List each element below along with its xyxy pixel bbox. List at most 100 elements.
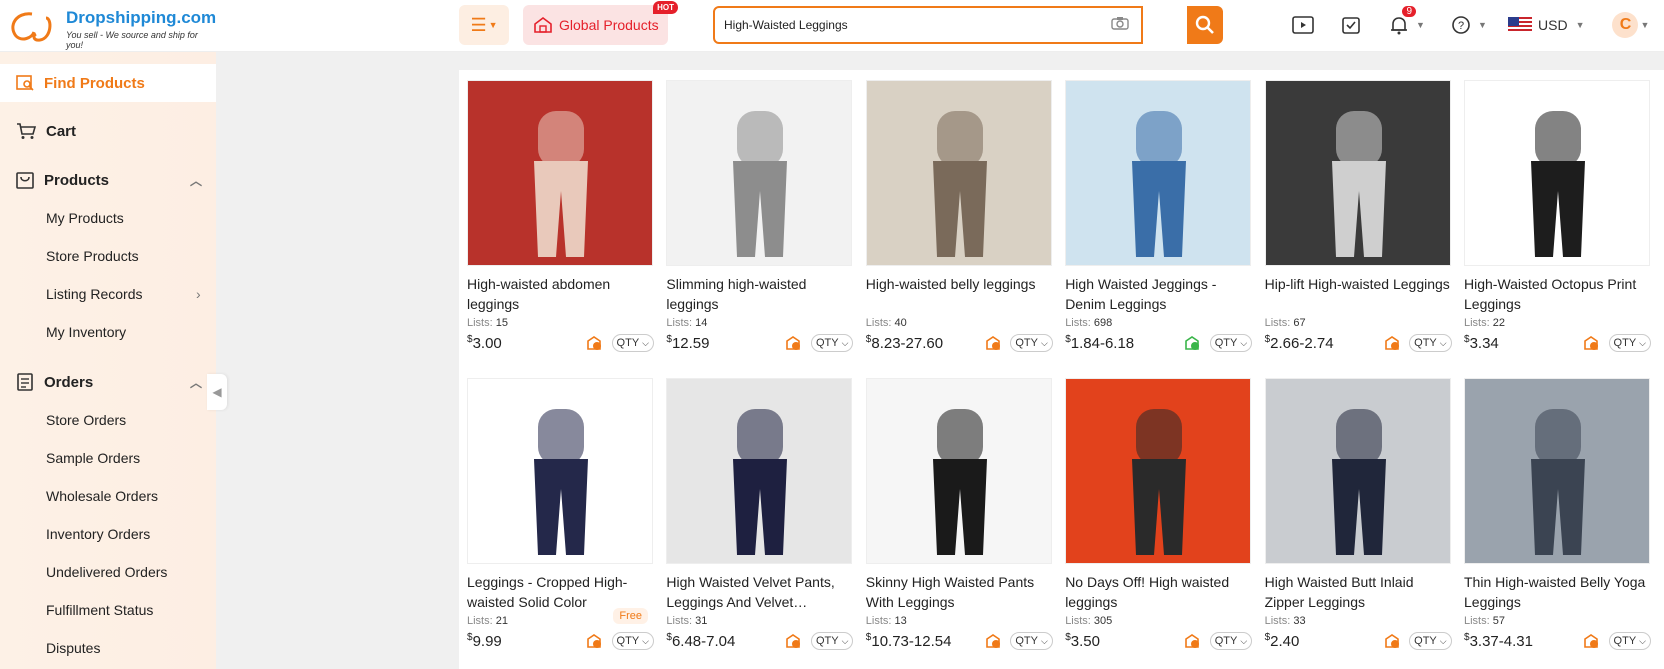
product-card[interactable]: No Days Off! High waisted leggings Lists… [1065,378,1253,652]
qty-select[interactable]: QTY ⌵ [611,632,654,650]
qty-select[interactable]: QTY ⌵ [1010,632,1053,650]
product-title[interactable]: Skinny High Waisted Pants With Leggings [866,572,1053,612]
product-title[interactable]: High Waisted Jeggings - Denim Leggings [1065,274,1252,314]
qty-select[interactable]: QTY ⌵ [810,334,854,352]
chevron-down-icon: ⌵ [1040,337,1048,348]
product-image[interactable] [1264,378,1451,564]
price-value: 2.66-2.74 [1270,335,1334,352]
product-card[interactable]: High-Waisted Octopus Print Leggings List… [1464,80,1651,354]
sidebar-item-products[interactable]: Products ︿ [0,161,216,199]
product-title[interactable]: Leggings - Cropped High-waisted Solid Co… [467,572,654,612]
qty-select[interactable]: QTY ⌵ [1608,632,1651,650]
sidebar-item-listing-records[interactable]: Listing Records › [46,286,206,302]
sidebar-item-undelivered-orders[interactable]: Undelivered Orders [46,564,167,580]
product-price: $6.48-7.04 [666,632,735,650]
search-input[interactable]: High-Waisted Leggings [713,6,1143,44]
qty-select[interactable]: QTY ⌵ [1409,632,1452,650]
sidebar-item-find-products[interactable]: Find Products [0,64,216,102]
sidebar-item-sample-orders[interactable]: Sample Orders [46,450,140,466]
sidebar-item-disputes[interactable]: Disputes [46,640,100,656]
logo[interactable]: Dropshipping.com You sell - We source an… [6,6,216,50]
product-price: $3.50 [1065,632,1100,650]
product-card[interactable]: High Waisted Butt Inlaid Zipper Leggings… [1264,378,1452,652]
price-row: $6.48-7.04 QTY ⌵ [666,630,854,652]
sidebar-item-label: Find Products [44,74,145,92]
lists-label: Lists: [666,317,696,329]
product-title[interactable]: High-Waisted Octopus Print Leggings [1464,274,1651,314]
product-title[interactable]: High Waisted Velvet Pants, Leggings And … [666,572,853,612]
account-menu[interactable]: C ▼ [1612,12,1649,38]
price-row: $2.40 QTY ⌵ [1265,630,1452,652]
price-row: $10.73-12.54 QTY ⌵ [866,630,1053,652]
product-card[interactable]: Slimming high-waisted leggings Lists: 14… [666,80,854,354]
product-image[interactable] [865,80,1052,266]
qty-select[interactable]: QTY ⌵ [1010,334,1053,352]
sidebar-item-cart[interactable]: Cart [0,112,216,150]
product-title[interactable]: Slimming high-waisted leggings [666,274,853,314]
product-image[interactable] [666,378,853,564]
sidebar-item-my-inventory[interactable]: My Inventory [46,324,126,340]
help-icon[interactable]: ? ▼ [1448,12,1487,38]
lists-count: 40 [894,317,907,329]
lists-count: 15 [495,317,508,329]
product-title[interactable]: High-waisted belly leggings [866,274,1053,314]
video-icon[interactable] [1290,12,1316,38]
product-image[interactable] [865,378,1052,564]
product-image[interactable] [1065,80,1252,266]
qty-select[interactable]: QTY ⌵ [1209,334,1253,352]
product-card[interactable]: High-waisted belly leggings Lists: 40 $8… [865,80,1053,354]
product-title[interactable]: High Waisted Butt Inlaid Zipper Leggings [1265,572,1452,612]
global-products-button[interactable]: Global Products HOT [523,1,678,45]
product-card[interactable]: Skinny High Waisted Pants With Leggings … [865,378,1053,652]
product-card[interactable]: Thin High-waisted Belly Yoga Leggings Li… [1464,378,1651,652]
product-image[interactable] [1464,80,1650,266]
sidebar-item-my-products[interactable]: My Products [46,210,124,226]
qty-select[interactable]: QTY ⌵ [1409,334,1452,352]
product-title[interactable]: No Days Off! High waisted leggings [1065,572,1252,612]
sidebar-item-inventory-orders[interactable]: Inventory Orders [46,526,150,542]
search-button[interactable] [1187,6,1223,44]
product-image[interactable] [1464,378,1650,564]
product-title[interactable]: Thin High-waisted Belly Yoga Leggings [1464,572,1651,612]
bag-icon [16,172,34,189]
qty-select[interactable]: QTY ⌵ [1608,334,1651,352]
product-title[interactable]: Hip-lift High-waisted Leggings [1265,274,1452,314]
notification-bell-icon[interactable]: 9 ▼ [1386,6,1425,38]
sidebar-item-fulfillment-status[interactable]: Fulfillment Status [46,602,153,618]
product-image[interactable] [1065,378,1252,564]
category-menu-button[interactable]: ☰ ▼ [459,5,509,45]
list-icon: ☰ [470,14,487,35]
lists-label: Lists: [666,615,696,627]
camera-icon[interactable] [1111,16,1129,33]
collapse-sidebar-button[interactable]: ◀ [207,374,227,410]
product-title[interactable]: High-waisted abdomen leggings [467,274,654,314]
product-image[interactable] [1264,80,1451,266]
product-image[interactable] [666,80,853,266]
product-card[interactable]: Hip-lift High-waisted Leggings Lists: 67… [1264,80,1452,354]
chevron-down-icon: ▼ [1478,20,1487,30]
sidebar-item-wholesale-orders[interactable]: Wholesale Orders [46,488,158,504]
currency-selector[interactable]: USD ▼ [1508,17,1584,33]
qty-select[interactable]: QTY ⌵ [810,632,854,650]
product-card[interactable]: High-waisted abdomen leggings Lists: 15 … [467,80,654,354]
product-card[interactable]: High Waisted Velvet Pants, Leggings And … [666,378,854,652]
brand-tagline: You sell - We source and ship for you! [66,30,198,50]
lists-count: 21 [495,615,508,627]
lists-count: 31 [695,615,708,627]
price-value: 1.84-6.18 [1070,335,1135,352]
chevron-right-icon: › [196,286,201,302]
sidebar-item-orders[interactable]: Orders ︿ [0,363,216,401]
sidebar-item-store-products[interactable]: Store Products [46,248,139,264]
product-price: $10.73-12.54 [866,632,952,650]
product-image[interactable] [467,80,653,266]
product-lists: Lists: 31 [666,615,853,627]
qty-select[interactable]: QTY ⌵ [1209,632,1253,650]
product-card[interactable]: Leggings - Cropped High-waisted Solid Co… [467,378,654,652]
product-card[interactable]: High Waisted Jeggings - Denim Leggings L… [1065,80,1253,354]
qty-select[interactable]: QTY ⌵ [611,334,654,352]
sidebar-item-store-orders[interactable]: Store Orders [46,412,126,428]
task-check-icon[interactable] [1338,12,1364,38]
lists-label: Lists: [865,317,895,329]
product-image[interactable] [467,378,653,564]
chevron-down-icon: ▼ [488,20,498,30]
